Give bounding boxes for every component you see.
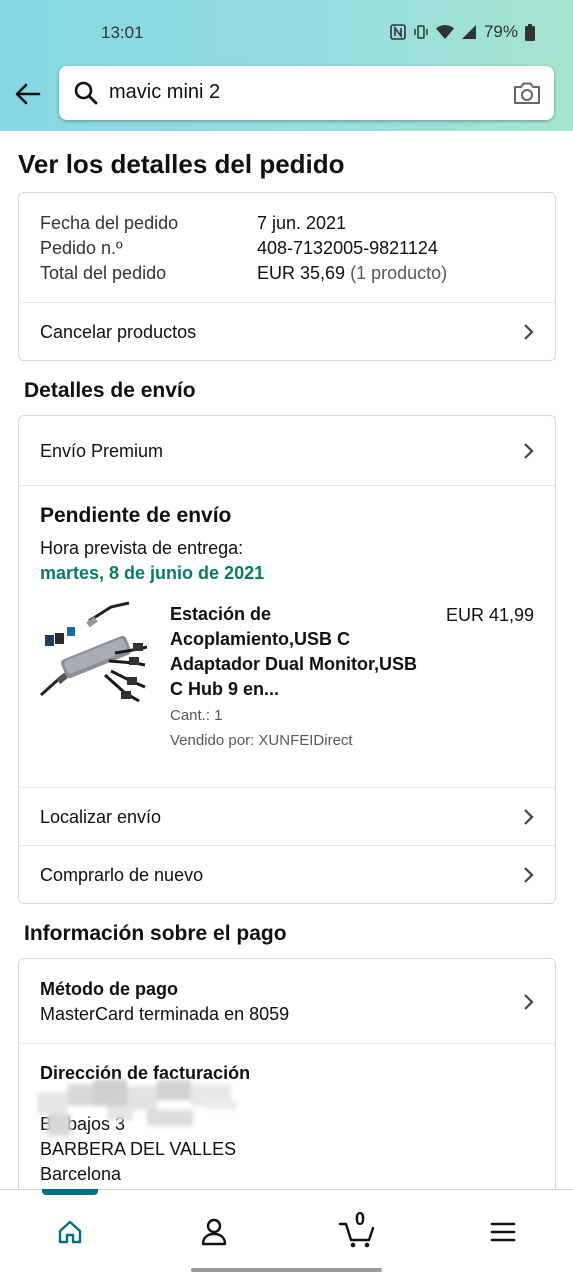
order-total-value: EUR 35,69 (1 producto) — [257, 263, 447, 284]
order-total-count: (1 producto) — [350, 263, 448, 283]
chevron-right-icon — [524, 443, 534, 459]
payment-method-title: Método de pago — [40, 979, 178, 999]
order-info: Fecha del pedido 7 jun. 2021 Pedido n.º … — [19, 193, 555, 302]
search-input[interactable]: mavic mini 2 — [109, 81, 220, 104]
eta-label: Hora prevista de entrega: — [40, 538, 244, 558]
product-title[interactable]: Estación de Acoplamiento,USB C Adaptador… — [170, 602, 420, 702]
cancel-items-link[interactable]: Cancelar productos — [19, 302, 555, 360]
nav-cart[interactable]: 0 — [336, 1209, 380, 1252]
order-number-label: Pedido n.º — [40, 238, 123, 258]
app-header: 13:01 79% mavic mini 2 — [0, 0, 573, 131]
shipment-status-title: Pendiente de envío — [40, 504, 232, 527]
product-image[interactable] — [39, 601, 147, 711]
track-package-label: Localizar envío — [40, 807, 162, 827]
cart-count: 0 — [355, 1209, 366, 1229]
back-arrow-icon[interactable] — [14, 80, 42, 108]
billing-address-province: Barcelona — [40, 1164, 122, 1184]
vibrate-icon — [414, 25, 428, 39]
page-title: Ver los detalles del pedido — [18, 149, 345, 179]
track-package-link[interactable]: Localizar envío — [19, 787, 555, 845]
chevron-right-icon — [524, 994, 534, 1010]
status-icons: 79% — [390, 22, 535, 42]
payment-method-value: MasterCard terminada en 8059 — [40, 1004, 290, 1024]
payment-method-link[interactable]: Método de pago MasterCard terminada en 8… — [19, 959, 555, 1043]
product-quantity: Cant.: 1 — [170, 707, 223, 724]
nav-menu[interactable] — [483, 1212, 523, 1252]
gesture-home-bar[interactable] — [191, 1268, 382, 1272]
chevron-right-icon — [524, 867, 534, 883]
order-date-label: Fecha del pedido — [40, 213, 179, 233]
shipping-card: Envío Premium Pendiente de envío Hora pr… — [18, 415, 556, 904]
redacted-address-overlay — [37, 1080, 237, 1136]
order-number-value: 408-7132005-9821124 — [257, 238, 438, 258]
eta-date: martes, 8 de junio de 2021 — [40, 563, 265, 583]
signal-icon — [461, 25, 476, 39]
product-seller: Vendido por: XUNFEIDirect — [170, 732, 353, 749]
order-total-label: Total del pedido — [40, 263, 167, 283]
cancel-items-label: Cancelar productos — [40, 322, 197, 342]
chevron-right-icon — [524, 324, 534, 340]
order-date-value: 7 jun. 2021 — [257, 213, 347, 233]
shipment-block: Pendiente de envío Hora prevista de entr… — [19, 485, 555, 787]
account-icon — [201, 1218, 227, 1246]
home-icon — [58, 1220, 82, 1244]
product-price: EUR 41,99 — [445, 605, 534, 625]
camera-icon[interactable] — [512, 80, 542, 106]
search-icon — [74, 81, 98, 105]
nav-account[interactable] — [194, 1212, 234, 1252]
battery-percent: 79% — [483, 22, 518, 41]
buy-again-link[interactable]: Comprarlo de nuevo — [19, 845, 555, 903]
battery-icon — [525, 23, 535, 41]
bottom-navigation: 0 — [0, 1189, 573, 1280]
status-time: 13:01 — [101, 23, 144, 42]
order-total-amount: EUR 35,69 — [257, 263, 346, 283]
status-bar: 13:01 79% — [0, 22, 573, 44]
order-summary-card: Fecha del pedido 7 jun. 2021 Pedido n.º … — [18, 192, 556, 361]
menu-icon — [490, 1222, 516, 1242]
nfc-icon — [390, 24, 406, 40]
shipping-section-title: Detalles de envío — [24, 379, 196, 402]
wifi-icon — [435, 25, 454, 39]
payment-card: Método de pago MasterCard terminada en 8… — [18, 958, 556, 1218]
shipping-speed-label: Envío Premium — [40, 441, 164, 461]
search-bar[interactable]: mavic mini 2 — [59, 66, 554, 120]
chevron-right-icon — [524, 809, 534, 825]
active-tab-indicator — [42, 1189, 98, 1195]
nav-home[interactable] — [50, 1212, 90, 1252]
shipping-speed-link[interactable]: Envío Premium — [19, 416, 555, 485]
payment-section-title: Información sobre el pago — [24, 922, 287, 945]
buy-again-label: Comprarlo de nuevo — [40, 865, 204, 885]
